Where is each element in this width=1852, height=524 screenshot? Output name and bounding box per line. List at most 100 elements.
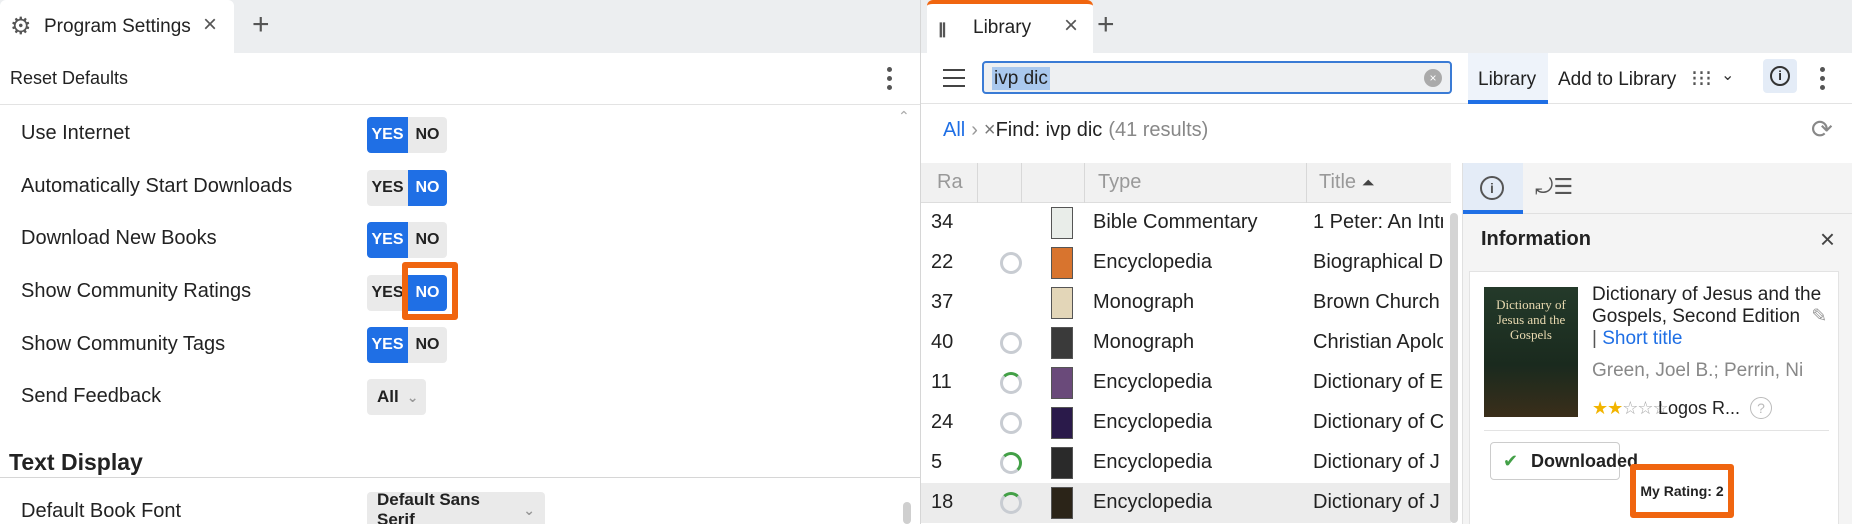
chevron-down-icon[interactable]: ⌄ [1721,65,1734,85]
left-tab-strip: ⚙ Program Settings × + [0,0,920,53]
info-toggle-icon[interactable]: i [1763,59,1797,93]
send-feedback-dropdown[interactable]: All ⌄ [367,379,426,415]
book-thumbnail [1051,247,1073,279]
info-header-title: Information [1481,228,1591,250]
book-thumbnail [1051,447,1073,479]
chevron-down-icon: ⌄ [523,501,535,518]
row-title: Biographical D [1313,251,1443,273]
row-title: Brown Church [1313,291,1440,313]
table-body: 34 Bible Commentary 1 Peter: An Intr 22 Ency… [921,203,1451,523]
book-thumbnail [1051,487,1073,519]
check-icon: ✔ [1503,451,1519,471]
new-tab-plus-icon[interactable]: + [1097,8,1115,42]
no-option[interactable]: NO [408,222,447,258]
scroll-up-icon[interactable]: ⌃ [898,108,910,125]
settings-scrollbar[interactable] [903,502,911,524]
book-thumbnail [1051,407,1073,439]
book-thumbnail [1051,207,1073,239]
yes-option[interactable]: YES [367,327,408,363]
short-title-link[interactable]: Short title [1602,328,1682,349]
book-thumbnail [1051,327,1073,359]
row-rating: 37 [931,291,954,313]
table-row[interactable]: 40 Monograph Christian Apolo [921,323,1451,363]
card-divider [1484,430,1829,431]
gear-icon: ⚙ [10,13,32,40]
yes-option[interactable]: YES [367,170,408,206]
dropdown-value: Default Sans Serif [377,490,480,524]
row-rating: 11 [931,371,952,393]
hamburger-menu-icon[interactable] [943,69,965,93]
yes-option[interactable]: YES [367,222,408,258]
table-row[interactable]: 11 Encyclopedia Dictionary of E [921,363,1451,403]
clear-search-icon[interactable]: × [1424,69,1442,87]
table-row[interactable]: 18 Encyclopedia Dictionary of J [921,483,1451,523]
info-tabs: i ⤾☰ [1463,163,1852,214]
reading-list-tab-icon[interactable]: ⤾☰ [1535,174,1573,200]
progress-ring-icon [1000,252,1022,274]
library-button[interactable]: Library [1478,69,1536,91]
row-rating: 40 [931,331,954,353]
column-header-title[interactable]: Title ⏶ [1319,171,1374,194]
results-count: (41 results) [1108,119,1209,141]
no-option[interactable]: NO [408,170,447,206]
table-row[interactable]: 34 Bible Commentary 1 Peter: An Intr [921,203,1451,243]
download-new-books-toggle[interactable]: YES NO [367,222,447,258]
right-tab-strip: 𝍪 Library × + [921,0,1852,53]
refresh-icon[interactable]: ⟳ [1811,114,1833,145]
reset-defaults-button[interactable]: Reset Defaults [10,68,128,89]
table-scrollbar[interactable] [1450,213,1458,523]
table-row[interactable]: 37 Monograph Brown Church [921,283,1451,323]
more-options-icon[interactable] [1819,67,1825,94]
use-internet-toggle[interactable]: YES NO [367,117,447,153]
row-rating: 34 [931,211,954,233]
add-to-library-button[interactable]: Add to Library [1558,69,1676,91]
row-type: Encyclopedia [1093,251,1212,273]
row-rating: 18 [931,491,954,513]
remove-filter-icon[interactable]: × [984,119,996,141]
row-type: Encyclopedia [1093,411,1212,433]
program-settings-pane: ⚙ Program Settings × + Reset Defaults ⌃ … [0,0,921,524]
sort-ascending-icon: ⏶ [1361,175,1375,192]
auto-downloads-toggle[interactable]: YES NO [367,170,447,206]
search-input[interactable]: ivp dic × [982,61,1452,94]
row-title: Dictionary of E [1313,371,1443,393]
row-type: Encyclopedia [1093,491,1212,513]
column-separator [1306,163,1307,203]
downloaded-label: Downloaded [1531,451,1638,471]
column-header-type[interactable]: Type [1098,171,1141,194]
no-option[interactable]: NO [408,327,447,363]
section-divider [0,477,920,478]
yes-option[interactable]: YES [367,117,408,153]
table-row[interactable]: 22 Encyclopedia Biographical D [921,243,1451,283]
close-tab-icon[interactable]: × [203,11,217,39]
my-rating-tooltip: My Rating: 2 [1630,464,1734,518]
tab-program-settings[interactable]: ⚙ Program Settings × [0,0,234,53]
tab-label: Program Settings [44,16,191,37]
edit-pencil-icon[interactable]: ✎ [1811,306,1827,327]
default-font-dropdown[interactable]: Default Sans Serif ⌄ [367,490,545,524]
close-info-icon[interactable]: × [1820,224,1835,255]
breadcrumb-all-link[interactable]: All [943,119,965,141]
row-title: Dictionary of J [1313,491,1440,513]
rating-stars[interactable]: ★★☆☆☆ [1592,398,1669,419]
info-tab-icon[interactable]: i [1480,176,1504,200]
row-title: Dictionary of C [1313,411,1443,433]
highlight-box [402,262,458,320]
downloaded-button[interactable]: ✔ Downloaded [1490,442,1638,480]
breadcrumb-separator: › [971,119,978,141]
community-tags-toggle[interactable]: YES NO [367,327,447,363]
book-cover-image: Dictionary of Jesus and the Gospels [1484,287,1578,417]
new-tab-plus-icon[interactable]: + [252,8,270,42]
table-row[interactable]: 24 Encyclopedia Dictionary of C [921,403,1451,443]
more-options-icon[interactable] [886,67,892,94]
close-tab-icon[interactable]: × [1064,12,1078,40]
no-option[interactable]: NO [408,117,447,153]
help-icon[interactable]: ? [1750,397,1772,419]
row-type: Monograph [1093,331,1195,353]
tab-library[interactable]: 𝍪 Library × [927,0,1093,53]
grid-view-icon[interactable]: ⁝⁝⁝ [1691,66,1712,92]
column-header-rating[interactable]: Ra [937,171,963,194]
table-row[interactable]: 5 Encyclopedia Dictionary of J [921,443,1451,483]
book-thumbnail [1051,367,1073,399]
info-header: Information × [1463,214,1852,269]
